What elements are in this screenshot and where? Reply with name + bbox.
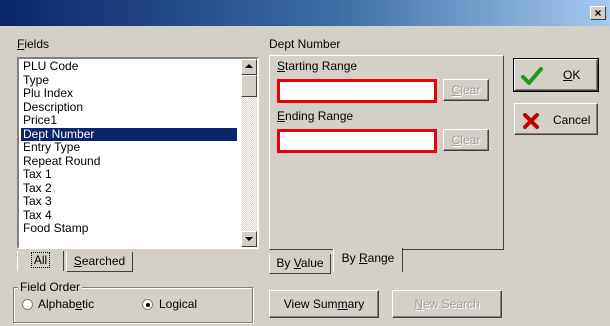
- tab-by-value[interactable]: By Value: [269, 254, 331, 274]
- list-item[interactable]: Tax 4: [21, 209, 237, 223]
- fields-scrollbar[interactable]: [241, 59, 257, 247]
- arrow-down-icon: [245, 237, 253, 241]
- by-range-mnemonic: R: [358, 251, 368, 265]
- starting-mnemonic: S: [277, 59, 286, 73]
- by-value-mnemonic: V: [293, 256, 301, 270]
- fields-label: Fields: [17, 37, 49, 51]
- list-item[interactable]: Tax 1: [21, 168, 237, 182]
- list-item[interactable]: Plu Index: [21, 87, 237, 101]
- list-item[interactable]: Price1: [21, 114, 237, 128]
- tab-all[interactable]: All: [17, 251, 64, 271]
- ending-mnemonic: E: [277, 109, 286, 123]
- list-item[interactable]: Entry Type: [21, 141, 237, 155]
- list-item[interactable]: Tax 3: [21, 195, 237, 209]
- checkmark-icon: [521, 67, 543, 85]
- close-button[interactable]: ×: [590, 6, 606, 20]
- list-item[interactable]: PLU Code: [21, 60, 237, 74]
- title-bar: ×: [0, 0, 610, 26]
- new-search-button[interactable]: New Search: [392, 290, 502, 318]
- by-range-pre: By: [341, 251, 359, 265]
- criteria-title: Dept Number: [269, 37, 341, 51]
- by-value-post: alue: [300, 256, 324, 270]
- ok-button[interactable]: OK: [513, 58, 599, 92]
- view-summary-mnemonic: m: [337, 297, 348, 311]
- list-item[interactable]: Type: [21, 74, 237, 88]
- tab-searched-mnemonic: S: [73, 254, 82, 268]
- list-item[interactable]: Tax 2: [21, 182, 237, 196]
- radio-dot-icon: [146, 303, 150, 307]
- scroll-thumb[interactable]: [241, 75, 257, 97]
- view-summary-post: ary: [347, 297, 365, 311]
- starting-range-label: Starting Range: [277, 59, 357, 73]
- ending-range-label: Ending Range: [277, 109, 353, 123]
- list-item[interactable]: Dept Number: [21, 127, 237, 141]
- alphabetic-label[interactable]: Alphabetic: [38, 297, 94, 311]
- view-summary-button[interactable]: View Summary: [269, 290, 379, 318]
- fields-list: PLU Code Type Plu Index Description Price1 De…: [21, 60, 237, 236]
- alphabetic-radio[interactable]: [22, 299, 33, 310]
- field-order-caption: Field Order: [18, 280, 83, 294]
- by-value-pre: By: [276, 256, 294, 270]
- by-range-post: ange: [367, 251, 395, 265]
- scroll-up-button[interactable]: [241, 59, 257, 75]
- tab-all-label: All: [30, 252, 51, 268]
- view-summary-pre: View Sum: [283, 297, 338, 311]
- scroll-down-button[interactable]: [241, 231, 257, 247]
- list-item[interactable]: Repeat Round: [21, 155, 237, 169]
- ending-range-input[interactable]: [277, 129, 437, 153]
- cancel-button[interactable]: Cancel: [514, 103, 598, 135]
- logical-radio[interactable]: [142, 299, 153, 310]
- tab-by-range[interactable]: By Range: [333, 248, 403, 272]
- fields-listbox[interactable]: PLU Code Type Plu Index Description Price1 De…: [17, 57, 259, 249]
- list-item[interactable]: Food Stamp: [21, 222, 237, 236]
- clear-starting-button[interactable]: Clear: [443, 79, 489, 101]
- ending-rest: nding Range: [285, 109, 354, 123]
- clear-rest: lear: [460, 133, 481, 147]
- list-item[interactable]: Description: [21, 101, 237, 115]
- new-search-rest: ew Search: [422, 297, 480, 311]
- alphabetic-post: tic: [82, 297, 95, 311]
- clear-ending-button[interactable]: Clear: [443, 129, 489, 151]
- new-search-mnemonic: N: [414, 297, 423, 311]
- clear-rest: lear: [460, 83, 481, 97]
- logical-label[interactable]: Logical: [159, 297, 197, 311]
- tab-searched[interactable]: Searched: [66, 252, 133, 272]
- starting-rest: tarting Range: [285, 59, 358, 73]
- starting-range-input[interactable]: [277, 79, 437, 103]
- cancel-label: Cancel: [553, 113, 591, 127]
- alphabetic-pre: Alphab: [38, 297, 76, 311]
- tab-searched-rest: earched: [81, 254, 126, 268]
- x-icon: [523, 113, 539, 129]
- arrow-up-icon: [245, 64, 253, 68]
- ok-label: OK: [563, 68, 581, 82]
- fields-label-rest: ields: [24, 37, 50, 51]
